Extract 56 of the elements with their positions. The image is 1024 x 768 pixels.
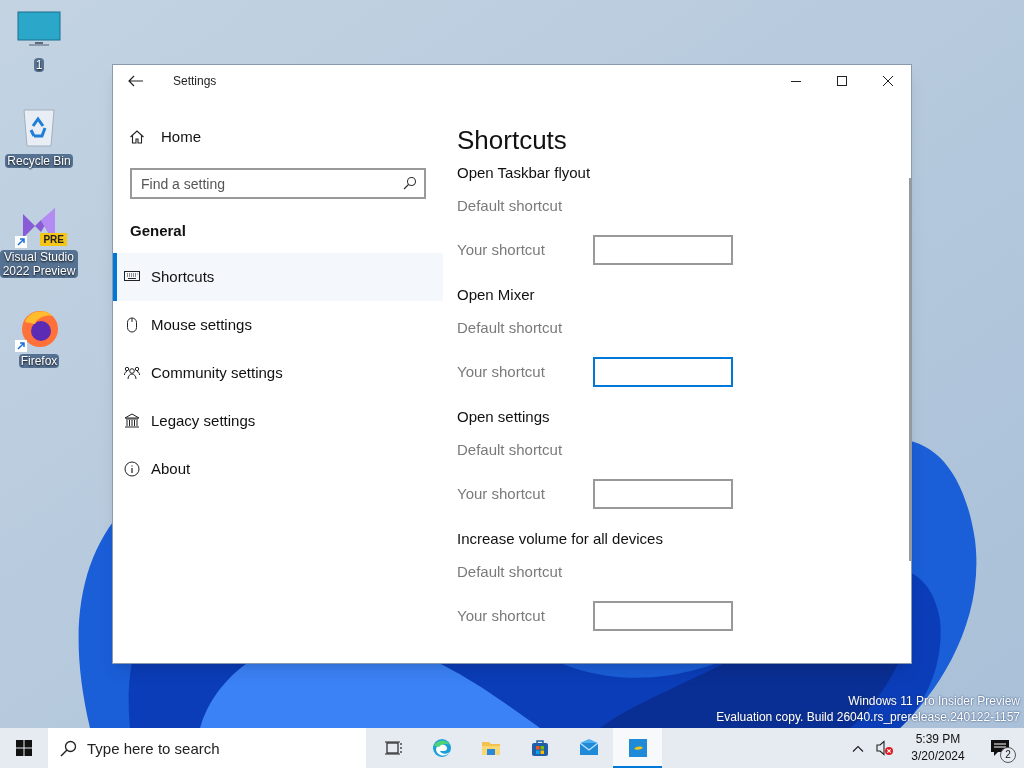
window-title: Settings [173, 73, 217, 90]
notification-count: 2 [1000, 747, 1016, 763]
search-icon [403, 176, 417, 190]
shortcut-title: Open settings [457, 407, 551, 427]
windows-logo-icon [16, 740, 32, 756]
task-view-icon [382, 738, 403, 758]
desktop-shortcut[interactable]: 1 [0, 8, 78, 72]
shortcut-label: Visual Studio 2022 Preview [0, 250, 78, 278]
shortcut-title: Open Taskbar flyout [457, 163, 592, 183]
taskbar-app-button[interactable] [613, 728, 662, 768]
desktop-shortcut[interactable]: Recycle Bin [0, 104, 78, 168]
taskbar-search-field[interactable]: Type here to search [48, 728, 366, 768]
shortcut-input[interactable] [593, 479, 733, 509]
default-shortcut-label: Default shortcut [457, 318, 564, 338]
default-shortcut-label: Default shortcut [457, 196, 564, 216]
section-heading: General [129, 221, 187, 241]
chevron-up-icon [852, 744, 864, 752]
home-icon [129, 129, 145, 145]
your-shortcut-label: Your shortcut [457, 605, 546, 626]
your-shortcut-label: Your shortcut [457, 361, 546, 382]
active-indicator [613, 766, 662, 768]
default-shortcut-label: Default shortcut [457, 562, 564, 582]
envelope-icon [578, 738, 599, 758]
shortcut-label: 1 [33, 58, 45, 72]
muted-speaker-icon [876, 740, 894, 756]
preview-badge: PRE [40, 233, 67, 246]
notifications-button[interactable]: 2 [976, 728, 1024, 768]
shortcut-input[interactable] [593, 235, 733, 265]
people-icon [124, 365, 140, 381]
desktop-shortcut[interactable]: Firefox [0, 304, 78, 368]
your-shortcut-label: Your shortcut [457, 483, 546, 504]
back-arrow-icon [128, 75, 144, 87]
maximize-icon [837, 76, 847, 86]
shortcut-title: Open Mixer [457, 285, 536, 305]
your-shortcut-label: Your shortcut [457, 239, 546, 260]
edge-icon [431, 738, 452, 758]
shortcut-input[interactable] [593, 601, 733, 631]
shortcut-input[interactable] [593, 357, 733, 387]
shortcut-title: Increase volume for all devices [457, 529, 664, 549]
bank-building-icon [124, 413, 140, 429]
mouse-icon [124, 317, 140, 333]
clock-button[interactable]: 5:39 PM 3/20/2024 [900, 728, 976, 768]
search-field[interactable]: Find a setting [130, 168, 426, 199]
shortcut-label: Firefox [18, 354, 60, 368]
minimize-icon [791, 80, 801, 82]
desktop-shortcut[interactable]: PRE Visual Studio 2022 Preview [0, 200, 78, 278]
page-heading: Shortcuts [457, 124, 568, 157]
shortcut-label: Recycle Bin [5, 154, 73, 168]
home-link[interactable]: Home [113, 117, 443, 157]
sidebar-item[interactable]: Shortcuts [113, 253, 443, 301]
shopping-bag-icon [529, 738, 550, 758]
search-icon [60, 740, 77, 757]
default-shortcut-label: Default shortcut [457, 440, 564, 460]
app-window-icon [627, 738, 648, 758]
info-icon [124, 461, 140, 477]
close-icon [883, 76, 893, 86]
